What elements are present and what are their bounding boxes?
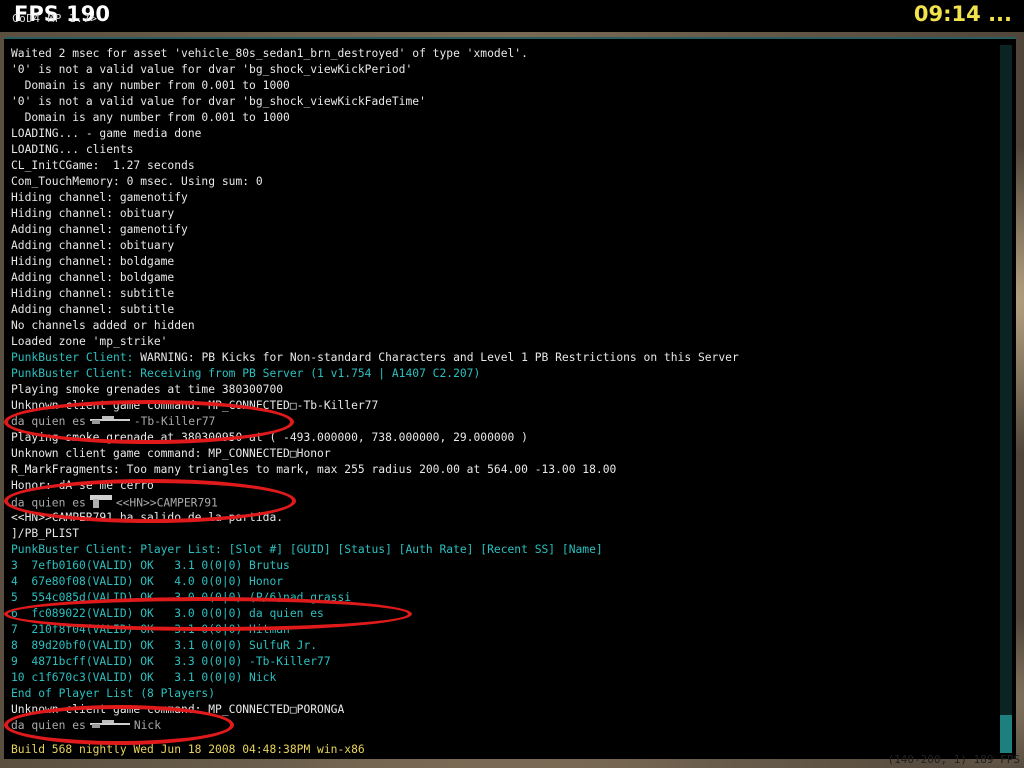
console-line-text: '0' is not a valid value for dvar 'bg_sh… bbox=[11, 95, 426, 108]
console-line-text: CL_InitCGame: 1.27 seconds bbox=[11, 159, 195, 172]
console-line: Hiding channel: subtitle bbox=[11, 286, 991, 302]
console-line: 3 7efb0160(VALID) OK 3.1 0(0|0) Brutus bbox=[11, 558, 991, 574]
console-line-text: 10 c1f670c3(VALID) OK 3.1 0(0|0) Nick bbox=[11, 671, 277, 684]
console-line-text: Hiding channel: boldgame bbox=[11, 255, 175, 268]
console-line: 4 67e80f08(VALID) OK 4.0 0(0|0) Honor bbox=[11, 574, 991, 590]
console-line-prefix: PunkBuster Client: bbox=[11, 351, 141, 364]
console-line-text: Loaded zone 'mp_strike' bbox=[11, 335, 168, 348]
annotation-circle-2 bbox=[4, 479, 296, 523]
console-line: Adding channel: boldgame bbox=[11, 270, 991, 286]
console-line: LOADING... - game media done bbox=[11, 126, 991, 142]
annotation-circle-3 bbox=[4, 597, 412, 631]
annotation-circle-4 bbox=[4, 705, 234, 745]
console-input-line[interactable]: CoD4 MP 1.7> bbox=[12, 12, 97, 25]
console-line: PunkBuster Client: WARNING: PB Kicks for… bbox=[11, 350, 991, 366]
console-line-text: 3 7efb0160(VALID) OK 3.1 0(0|0) Brutus bbox=[11, 559, 290, 572]
console-line-text: LOADING... - game media done bbox=[11, 127, 202, 140]
console-line-text: Waited 2 msec for asset 'vehicle_80s_sed… bbox=[11, 47, 528, 60]
console-line: Loaded zone 'mp_strike' bbox=[11, 334, 991, 350]
console-line: '0' is not a valid value for dvar 'bg_sh… bbox=[11, 62, 991, 78]
console-line-text: No channels added or hidden bbox=[11, 319, 195, 332]
console-log: Waited 2 msec for asset 'vehicle_80s_sed… bbox=[11, 46, 991, 734]
console-line: R_MarkFragments: Too many triangles to m… bbox=[11, 462, 991, 478]
build-info: Build 568 nightly Wed Jun 18 2008 04:48:… bbox=[11, 743, 365, 756]
console-line-text: Playing smoke grenades at time 380300700 bbox=[11, 383, 284, 396]
console-line-text: Hiding channel: subtitle bbox=[11, 287, 175, 300]
console-line: CL_InitCGame: 1.27 seconds bbox=[11, 158, 991, 174]
console-line: Adding channel: subtitle bbox=[11, 302, 991, 318]
console-line: Hiding channel: boldgame bbox=[11, 254, 991, 270]
console-line: 10 c1f670c3(VALID) OK 3.1 0(0|0) Nick bbox=[11, 670, 991, 686]
console-line: 9 4871bcff(VALID) OK 3.3 0(0|0) -Tb-Kill… bbox=[11, 654, 991, 670]
console-line: Com_TouchMemory: 0 msec. Using sum: 0 bbox=[11, 174, 991, 190]
console-line: Adding channel: obituary bbox=[11, 238, 991, 254]
scrollbar-thumb[interactable] bbox=[1000, 715, 1012, 753]
console-line: No channels added or hidden bbox=[11, 318, 991, 334]
console-line-text: 8 89d20bf0(VALID) OK 3.1 0(0|0) SulfuR J… bbox=[11, 639, 318, 652]
corner-status-text: (140-200, 1) 189 FPS bbox=[887, 753, 1020, 766]
console-line-text: 9 4871bcff(VALID) OK 3.3 0(0|0) -Tb-Kill… bbox=[11, 655, 331, 668]
console-line-text: Domain is any number from 0.001 to 1000 bbox=[11, 79, 290, 92]
console-line: Playing smoke grenades at time 380300700 bbox=[11, 382, 991, 398]
console-scrollbar[interactable] bbox=[1000, 45, 1012, 753]
console-line: End of Player List (8 Players) bbox=[11, 686, 991, 702]
console-line: ]/PB_PLIST bbox=[11, 526, 991, 542]
console-line: LOADING... clients bbox=[11, 142, 991, 158]
console-line-text: Com_TouchMemory: 0 msec. Using sum: 0 bbox=[11, 175, 263, 188]
console-line: Unknown client game command: MP_CONNECTE… bbox=[11, 446, 991, 462]
console-line-text: Adding channel: obituary bbox=[11, 239, 175, 252]
hud-top-strip bbox=[0, 0, 1024, 32]
console-line-text: Adding channel: subtitle bbox=[11, 303, 175, 316]
clock: 09:14 ... bbox=[913, 2, 1012, 26]
console-line-text: R_MarkFragments: Too many triangles to m… bbox=[11, 463, 617, 476]
console-line: '0' is not a valid value for dvar 'bg_sh… bbox=[11, 94, 991, 110]
console-window[interactable]: Waited 2 msec for asset 'vehicle_80s_sed… bbox=[4, 37, 1016, 759]
console-line: Hiding channel: obituary bbox=[11, 206, 991, 222]
console-line: PunkBuster Client: Player List: [Slot #]… bbox=[11, 542, 991, 558]
console-line-text: ]/PB_PLIST bbox=[11, 527, 80, 540]
console-line-text: Adding channel: gamenotify bbox=[11, 223, 188, 236]
console-line: PunkBuster Client: Receiving from PB Ser… bbox=[11, 366, 991, 382]
console-line-text: '0' is not a valid value for dvar 'bg_sh… bbox=[11, 63, 413, 76]
console-line: 8 89d20bf0(VALID) OK 3.1 0(0|0) SulfuR J… bbox=[11, 638, 991, 654]
console-line-text: 4 67e80f08(VALID) OK 4.0 0(0|0) Honor bbox=[11, 575, 284, 588]
console-line-text: PunkBuster Client: Player List: [Slot #]… bbox=[11, 543, 603, 556]
console-line: Hiding channel: gamenotify bbox=[11, 190, 991, 206]
console-line: Adding channel: gamenotify bbox=[11, 222, 991, 238]
annotation-circle-1 bbox=[4, 400, 294, 444]
console-line-text: Hiding channel: gamenotify bbox=[11, 191, 188, 204]
console-line-text: WARNING: PB Kicks for Non-standard Chara… bbox=[140, 351, 739, 364]
console-line-text: Domain is any number from 0.001 to 1000 bbox=[11, 111, 290, 124]
console-line-text: End of Player List (8 Players) bbox=[11, 687, 216, 700]
console-line-text: Hiding channel: obituary bbox=[11, 207, 175, 220]
console-line-text: Unknown client game command: MP_CONNECTE… bbox=[11, 447, 331, 460]
console-line: Domain is any number from 0.001 to 1000 bbox=[11, 78, 991, 94]
console-line-text: Adding channel: boldgame bbox=[11, 271, 175, 284]
console-line: Domain is any number from 0.001 to 1000 bbox=[11, 110, 991, 126]
console-line-text: PunkBuster Client: Receiving from PB Ser… bbox=[11, 367, 481, 380]
console-line-text: LOADING... clients bbox=[11, 143, 134, 156]
console-line: Waited 2 msec for asset 'vehicle_80s_sed… bbox=[11, 46, 991, 62]
